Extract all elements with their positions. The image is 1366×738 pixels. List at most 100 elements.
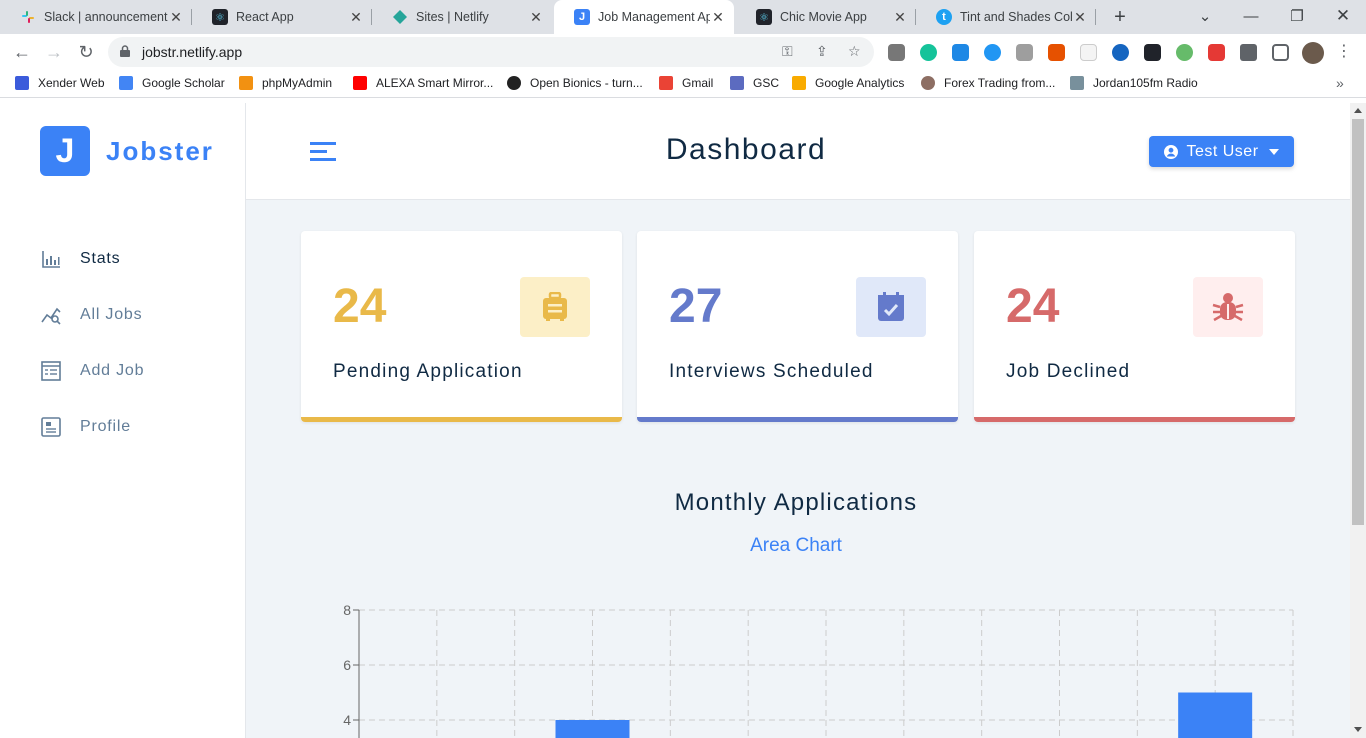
tab-title: Slack | announcement [44,10,168,24]
share-icon[interactable]: ⇪ [816,43,828,60]
scroll-down-icon[interactable] [1354,727,1362,732]
all-jobs-icon [41,307,61,325]
scroll-up-icon[interactable] [1354,108,1362,113]
sidebar-item-profile[interactable]: Profile [40,414,131,440]
phpmyadmin-icon [239,76,253,90]
bookmark-item[interactable]: Google Scholar [119,76,225,90]
close-tab-icon[interactable]: ✕ [1072,9,1088,26]
logo-mark: J [40,126,90,176]
new-tab-button[interactable]: + [1109,4,1131,30]
browser-menu-icon[interactable]: ⋮ [1336,41,1352,61]
browser-toolbar: ← → ↻ jobstr.netlify.app ⚿ ⇪ ☆ ⋮ [0,34,1366,70]
sidebar-item-add-job[interactable]: Add Job [40,358,144,384]
bookmark-item[interactable]: Gmail [659,76,713,90]
browser-tab-tint-shades[interactable]: t Tint and Shades Color ✕ [916,0,1096,34]
sidebar: J Jobster Stats All Jobs Add Job Profile [0,103,246,738]
bookmark-item[interactable]: ALEXA Smart Mirror... [353,76,493,90]
url-text: jobstr.netlify.app [142,44,243,60]
colorzilla-extension-icon[interactable] [1048,44,1065,61]
extensions-puzzle-icon[interactable] [1240,44,1257,61]
stats-icon [42,251,60,268]
xender-icon [15,76,29,90]
scholar-icon [119,76,133,90]
open-bionics-icon [507,76,521,90]
tab-title: Chic Movie App [780,10,867,24]
top-navbar: Dashboard Test User [246,103,1350,200]
profile-avatar[interactable] [1302,42,1324,64]
react-icon: ⚛ [756,9,772,25]
tab-title: Sites | Netlify [416,10,489,24]
close-tab-icon[interactable]: ✕ [710,9,726,26]
browser-tab-netlify[interactable]: Sites | Netlify ✕ [372,0,552,34]
video-extension-icon[interactable] [1208,44,1225,61]
chart-bar [1178,692,1253,738]
side-panel-icon[interactable] [1272,44,1289,61]
bookmark-item[interactable]: Forex Trading from... [921,76,1055,90]
edge-extension-icon[interactable] [1112,44,1129,61]
browser-tab-slack[interactable]: Slack | announcement ✕ [0,0,192,34]
y-tick-label: 8 [343,602,351,618]
bookmark-item[interactable]: GSC [730,76,779,90]
react-devtools-icon[interactable] [1144,44,1161,61]
key-icon[interactable]: ⚿ [782,43,793,60]
sidebar-item-label: All Jobs [80,306,143,323]
add-job-icon [41,361,61,381]
bookmark-item[interactable]: Jordan105fm Radio [1070,76,1198,90]
tab-search-icon[interactable]: ⌄ [1182,0,1228,32]
tab-title: Job Management App [598,10,710,24]
browser-tab-strip: Slack | announcement ✕ ⚛ React App ✕ Sit… [0,0,1366,34]
y-tick-label: 6 [343,657,351,673]
jobster-icon: J [574,9,590,25]
more-bookmarks-icon[interactable]: » [1336,75,1344,91]
google-analytics-icon [792,76,806,90]
close-window-button[interactable]: ✕ [1320,0,1366,32]
reload-button[interactable]: ↻ [74,40,98,64]
close-tab-icon[interactable]: ✕ [348,9,364,26]
slack-icon [20,9,36,25]
browser-tab-job-management[interactable]: J Job Management App ✕ [554,0,734,34]
bookmark-item[interactable]: Xender Web [15,76,105,90]
calendar-extension-icon[interactable] [1080,44,1097,61]
scrollbar-thumb[interactable] [1352,119,1364,525]
back-button[interactable]: ← [10,40,34,64]
gmail-icon [659,76,673,90]
forward-button[interactable]: → [42,40,66,64]
page-title: Dashboard [665,133,827,166]
lock-icon [120,45,130,57]
sidebar-item-stats[interactable]: Stats [40,246,120,272]
eyedropper-extension-icon[interactable] [888,44,905,61]
user-menu-button[interactable]: Test User [1149,136,1294,167]
loom-extension-icon[interactable] [1176,44,1193,61]
tab-title: React App [236,10,294,24]
react-icon: ⚛ [212,9,228,25]
caret-down-icon [1268,148,1279,155]
radio-icon [1070,76,1084,90]
code-extension-icon[interactable] [1016,44,1033,61]
netlify-icon [392,9,408,25]
sidebar-item-all-jobs[interactable]: All Jobs [40,302,142,328]
dashboard-main: 24 Pending Application 27 Interviews Sch… [246,200,1350,738]
y-tick-label: 4 [343,712,351,728]
bookmark-item[interactable]: phpMyAdmin [239,76,332,90]
tint-icon: t [936,9,952,25]
address-bar[interactable]: jobstr.netlify.app ⚿ ⇪ ☆ [108,37,874,67]
close-tab-icon[interactable]: ✕ [892,9,908,26]
capture-extension-icon[interactable] [952,44,969,61]
bookmark-star-icon[interactable]: ☆ [848,43,861,60]
user-circle-icon [1164,144,1179,159]
browser-tab-chic-movie[interactable]: ⚛ Chic Movie App ✕ [736,0,916,34]
logo-text: Jobster [106,136,214,166]
grammarly-extension-icon[interactable] [920,44,937,61]
close-tab-icon[interactable]: ✕ [168,9,184,26]
sidebar-item-label: Add Job [80,362,145,379]
bookmark-item[interactable]: Google Analytics [792,76,904,90]
browser-tab-react-app[interactable]: ⚛ React App ✕ [192,0,372,34]
page-scrollbar[interactable] [1350,103,1366,738]
restore-button[interactable]: ❐ [1274,0,1320,32]
bookmark-item[interactable]: Open Bionics - turn... [507,76,643,90]
user-menu-label: Test User [1186,142,1259,160]
chart-bar [555,720,630,738]
minimize-button[interactable]: — [1228,0,1274,32]
zoom-extension-icon[interactable] [984,44,1001,61]
close-tab-icon[interactable]: ✕ [528,9,544,26]
